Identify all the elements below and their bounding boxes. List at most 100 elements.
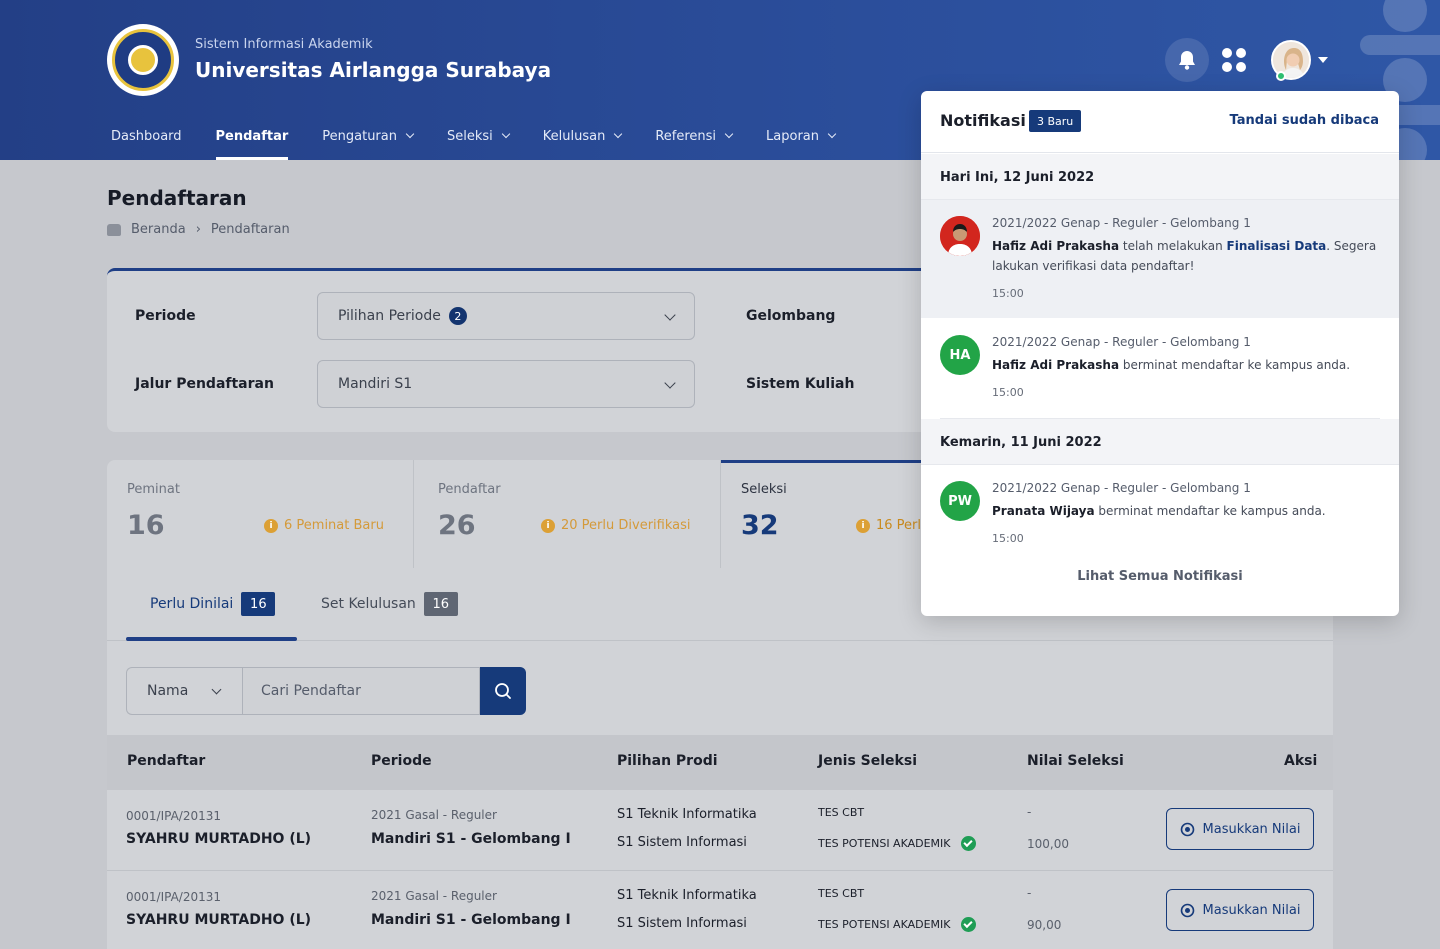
button-label: Masukkan Nilai — [1202, 821, 1301, 837]
prodi-choice-1: S1 Teknik Informatika — [617, 888, 757, 903]
notification-text: berminat mendaftar ke kampus anda. — [1119, 358, 1351, 372]
nav-label: Laporan — [766, 128, 819, 144]
selection-type-2: TES POTENSI AKADEMIK — [818, 836, 976, 851]
registrant-id: 0001/IPA/20131 — [126, 890, 222, 904]
stat-note-text: 20 Perlu Diverifikasi — [561, 518, 691, 533]
col-jenis-seleksi[interactable]: Jenis Seleksi — [818, 753, 917, 769]
home-icon — [107, 223, 121, 236]
tab-perlu-dinilai[interactable]: Perlu Dinilai 16 — [150, 592, 276, 616]
search-field-select[interactable]: Nama — [126, 667, 242, 715]
grid-dot — [1236, 48, 1246, 58]
score-1: - — [1027, 805, 1032, 819]
stat-pendaftar[interactable]: Pendaftar 26 i 20 Perlu Diverifikasi — [414, 460, 721, 568]
notification-item[interactable]: 2021/2022 Genap - Reguler - Gelombang 1 … — [921, 200, 1399, 318]
col-pendaftar[interactable]: Pendaftar — [127, 753, 205, 769]
grid-dot — [1222, 62, 1232, 72]
periode-select[interactable]: Pilihan Periode 2 — [317, 292, 695, 340]
grid-dot — [1236, 62, 1246, 72]
caret-down-icon[interactable] — [1318, 57, 1328, 63]
mark-all-read-link[interactable]: Tandai sudah dibaca — [1230, 113, 1379, 128]
col-periode[interactable]: Periode — [371, 753, 432, 769]
input-score-button[interactable]: Masukkan Nilai — [1166, 889, 1314, 931]
selection-type-1: TES CBT — [818, 806, 864, 819]
nav-seleksi[interactable]: Seleksi — [447, 124, 511, 148]
notification-avatar — [940, 216, 980, 256]
nav-label: Pengaturan — [322, 128, 397, 144]
notification-link[interactable]: Finalisasi Data — [1227, 239, 1327, 253]
target-icon — [1180, 822, 1194, 836]
stat-note: i 6 Peminat Baru — [264, 518, 384, 533]
nav-pendaftar[interactable]: Pendaftar — [215, 124, 288, 160]
notification-item[interactable]: HA 2021/2022 Genap - Reguler - Gelombang… — [921, 318, 1399, 418]
page-title: Pendaftaran — [107, 186, 247, 210]
nav-dashboard[interactable]: Dashboard — [111, 124, 182, 148]
nav-laporan[interactable]: Laporan — [766, 124, 837, 148]
input-score-button[interactable]: Masukkan Nilai — [1166, 808, 1314, 850]
registrant-name[interactable]: SYAHRU MURTADHO (L) — [126, 912, 311, 928]
score-2: 90,00 — [1027, 918, 1062, 932]
apps-grid-button[interactable] — [1222, 48, 1246, 72]
breadcrumb-home[interactable]: Beranda — [131, 222, 186, 237]
nav-referensi[interactable]: Referensi — [655, 124, 734, 148]
tab-set-kelulusan[interactable]: Set Kelulusan 16 — [321, 592, 458, 616]
stat-note: i 20 Perlu Diverifikasi — [541, 518, 691, 533]
score-2: 100,00 — [1027, 837, 1069, 851]
day-group-today: Hari Ini, 12 Juni 2022 — [921, 154, 1399, 200]
university-logo[interactable] — [107, 24, 179, 96]
periode-label: Periode — [135, 308, 196, 324]
chevron-down-icon — [614, 129, 623, 139]
stat-note-text: 16 Perl — [876, 518, 922, 533]
prodi-choice-2: S1 Sistem Informasi — [617, 835, 747, 850]
breadcrumb: Beranda › Pendaftaran — [107, 222, 290, 237]
jalur-select[interactable]: Mandiri S1 — [317, 360, 695, 408]
search-button[interactable] — [480, 667, 526, 715]
notification-item[interactable]: PW 2021/2022 Genap - Reguler - Gelombang… — [921, 465, 1399, 565]
notification-meta: 2021/2022 Genap - Reguler - Gelombang 1 — [992, 481, 1251, 495]
col-pilihan-prodi[interactable]: Pilihan Prodi — [617, 753, 718, 769]
stat-label: Seleksi — [741, 482, 787, 497]
notification-text: berminat mendaftar ke kampus anda. — [1094, 504, 1326, 518]
new-count-badge: 3 Baru — [1029, 110, 1082, 132]
notification-title: Notifikasi — [940, 111, 1026, 130]
tab-count-badge: 16 — [423, 592, 458, 616]
notification-button[interactable] — [1165, 38, 1209, 82]
notification-message: Pranata Wijaya berminat mendaftar ke kam… — [992, 501, 1377, 521]
nav-pengaturan[interactable]: Pengaturan — [322, 124, 415, 148]
breadcrumb-separator: › — [195, 222, 201, 237]
selection-type-1: TES CBT — [818, 887, 864, 900]
col-nilai-seleksi[interactable]: Nilai Seleksi — [1027, 753, 1124, 769]
active-tab-indicator — [126, 637, 297, 641]
main-nav: Dashboard Pendaftar Pengaturan Seleksi K… — [111, 124, 869, 160]
notification-dropdown: Notifikasi 3 Baru Tandai sudah dibaca Ha… — [921, 91, 1399, 616]
prodi-choice-2: S1 Sistem Informasi — [617, 916, 747, 931]
view-all-notifications-link[interactable]: Lihat Semua Notifikasi — [921, 569, 1399, 584]
target-icon — [1180, 903, 1194, 917]
registrant-name[interactable]: SYAHRU MURTADHO (L) — [126, 831, 311, 847]
period-sub: 2021 Gasal - Reguler — [371, 889, 497, 903]
tab-label: Perlu Dinilai — [150, 596, 234, 612]
stats-row: Peminat 16 i 6 Peminat Baru Pendaftar 26 … — [107, 460, 937, 568]
info-icon: i — [541, 518, 555, 533]
check-circle-icon — [960, 917, 976, 932]
filter-card: Periode Pilihan Periode 2 Gelombang Jalu… — [107, 268, 937, 432]
search-input[interactable] — [242, 667, 480, 715]
nav-label: Dashboard — [111, 128, 182, 144]
periode-count-badge: 2 — [448, 307, 467, 325]
stat-value: 26 — [438, 510, 476, 541]
stat-peminat[interactable]: Peminat 16 i 6 Peminat Baru — [107, 460, 414, 568]
notification-person: Hafiz Adi Prakasha — [992, 358, 1120, 372]
app-subtitle: Sistem Informasi Akademik — [195, 37, 373, 52]
nav-kelulusan[interactable]: Kelulusan — [542, 124, 623, 148]
tab-label: Set Kelulusan — [321, 596, 416, 612]
info-icon: i — [264, 518, 278, 533]
nav-label: Kelulusan — [542, 128, 606, 144]
chevron-down-icon — [664, 377, 676, 389]
chevron-down-icon — [405, 129, 415, 139]
notification-header: Notifikasi 3 Baru Tandai sudah dibaca — [921, 91, 1399, 153]
table-row: 0001/IPA/20131 SYAHRU MURTADHO (L) 2021 … — [107, 790, 1333, 871]
notification-time: 15:00 — [992, 532, 1024, 545]
stat-label: Peminat — [127, 482, 180, 497]
stat-note: i 16 Perl — [856, 518, 921, 533]
selection-type-label: TES CBT — [818, 887, 865, 900]
stat-seleksi[interactable]: Seleksi 32 i 16 Perl — [721, 460, 937, 568]
